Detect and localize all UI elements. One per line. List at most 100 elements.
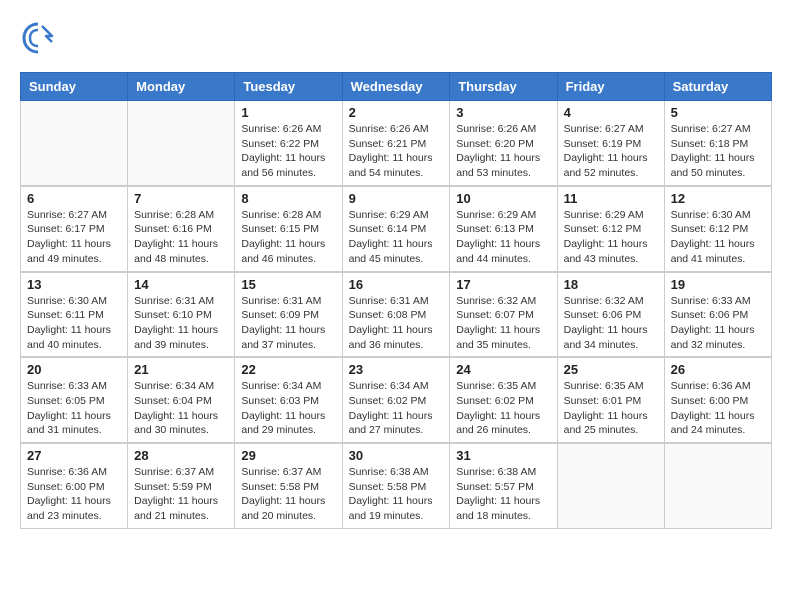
- calendar-cell: 21Sunrise: 6:34 AM Sunset: 6:04 PM Dayli…: [128, 357, 235, 443]
- calendar-cell: 15Sunrise: 6:31 AM Sunset: 6:09 PM Dayli…: [235, 272, 342, 358]
- day-info: Sunrise: 6:35 AM Sunset: 6:01 PM Dayligh…: [564, 379, 658, 438]
- day-number: 14: [134, 277, 228, 292]
- day-number: 26: [671, 362, 765, 377]
- day-header-saturday: Saturday: [664, 73, 771, 101]
- calendar-week-4: 20 Sunrise: 6:33 AM Sunset: 6:05 PM Dayli…: [21, 357, 772, 443]
- day-info: Sunrise: 6:26 AM Sunset: 6:20 PM Dayligh…: [456, 122, 550, 181]
- day-number: 22: [241, 362, 335, 377]
- day-number: 13: [27, 277, 121, 292]
- day-info: Sunrise: 6:29 AM Sunset: 6:13 PM Dayligh…: [456, 208, 550, 267]
- day-number: 10: [456, 191, 550, 206]
- day-number: 19: [671, 277, 765, 292]
- calendar-cell: 31 Sunrise: 6:38 AM Sunset: 5:57 PM Dayli…: [450, 443, 557, 528]
- calendar-cell: 5 Sunrise: 6:27 AM Sunset: 6:18 PM Daylig…: [664, 101, 771, 186]
- calendar-cell: 29 Sunrise: 6:37 AM Sunset: 5:58 PM Dayli…: [235, 443, 342, 528]
- calendar-week-2: 6 Sunrise: 6:27 AM Sunset: 6:17 PM Daylig…: [21, 186, 772, 272]
- page-header: [20, 20, 772, 56]
- day-info: Sunrise: 6:33 AM Sunset: 6:05 PM Dayligh…: [27, 379, 121, 438]
- calendar-cell: 17 Sunrise: 6:32 AM Sunset: 6:07 PM Dayli…: [450, 272, 557, 358]
- day-info: Sunrise: 6:27 AM Sunset: 6:17 PM Dayligh…: [27, 208, 121, 267]
- day-info: Sunrise: 6:38 AM Sunset: 5:58 PM Dayligh…: [349, 465, 444, 524]
- day-info: Sunrise: 6:27 AM Sunset: 6:18 PM Dayligh…: [671, 122, 765, 181]
- day-info: Sunrise: 6:31 AM Sunset: 6:10 PM Dayligh…: [134, 294, 228, 353]
- day-number: 4: [564, 105, 658, 120]
- calendar-cell: 7 Sunrise: 6:28 AM Sunset: 6:16 PM Daylig…: [128, 186, 235, 272]
- calendar-cell: 8 Sunrise: 6:28 AM Sunset: 6:15 PM Daylig…: [235, 186, 342, 272]
- logo-icon: [20, 20, 56, 56]
- calendar-cell: [128, 101, 235, 186]
- calendar-cell: 2 Sunrise: 6:26 AM Sunset: 6:21 PM Daylig…: [342, 101, 450, 186]
- day-info: Sunrise: 6:36 AM Sunset: 6:00 PM Dayligh…: [27, 465, 121, 524]
- day-number: 16: [349, 277, 444, 292]
- day-info: Sunrise: 6:34 AM Sunset: 6:02 PM Dayligh…: [349, 379, 444, 438]
- day-info: Sunrise: 6:28 AM Sunset: 6:16 PM Dayligh…: [134, 208, 228, 267]
- calendar-cell: [21, 101, 128, 186]
- calendar-cell: 19 Sunrise: 6:33 AM Sunset: 6:06 PM Dayli…: [664, 272, 771, 358]
- day-info: Sunrise: 6:34 AM Sunset: 6:04 PM Dayligh…: [134, 379, 228, 438]
- day-number: 30: [349, 448, 444, 463]
- calendar-week-5: 27 Sunrise: 6:36 AM Sunset: 6:00 PM Dayli…: [21, 443, 772, 528]
- calendar-cell: 12Sunrise: 6:30 AM Sunset: 6:12 PM Dayli…: [664, 186, 771, 272]
- day-header-monday: Monday: [128, 73, 235, 101]
- calendar-cell: [557, 443, 664, 528]
- calendar-cell: 11Sunrise: 6:29 AM Sunset: 6:12 PM Dayli…: [557, 186, 664, 272]
- day-info: Sunrise: 6:29 AM Sunset: 6:12 PM Dayligh…: [564, 208, 658, 267]
- calendar-week-3: 13 Sunrise: 6:30 AM Sunset: 6:11 PM Dayli…: [21, 272, 772, 358]
- calendar-cell: 18 Sunrise: 6:32 AM Sunset: 6:06 PM Dayli…: [557, 272, 664, 358]
- calendar-cell: 10 Sunrise: 6:29 AM Sunset: 6:13 PM Dayli…: [450, 186, 557, 272]
- calendar-cell: 13 Sunrise: 6:30 AM Sunset: 6:11 PM Dayli…: [21, 272, 128, 358]
- logo: [20, 20, 60, 56]
- calendar-cell: 14 Sunrise: 6:31 AM Sunset: 6:10 PM Dayli…: [128, 272, 235, 358]
- day-header-friday: Friday: [557, 73, 664, 101]
- day-number: 8: [241, 191, 335, 206]
- calendar-cell: 20 Sunrise: 6:33 AM Sunset: 6:05 PM Dayli…: [21, 357, 128, 443]
- calendar-cell: 6 Sunrise: 6:27 AM Sunset: 6:17 PM Daylig…: [21, 186, 128, 272]
- calendar-cell: 22 Sunrise: 6:34 AM Sunset: 6:03 PM Dayli…: [235, 357, 342, 443]
- day-number: 23: [349, 362, 444, 377]
- calendar-cell: 1 Sunrise: 6:26 AM Sunset: 6:22 PM Daylig…: [235, 101, 342, 186]
- day-number: 17: [456, 277, 550, 292]
- day-number: 28: [134, 448, 228, 463]
- calendar-week-1: 1 Sunrise: 6:26 AM Sunset: 6:22 PM Daylig…: [21, 101, 772, 186]
- day-info: Sunrise: 6:32 AM Sunset: 6:07 PM Dayligh…: [456, 294, 550, 353]
- day-info: Sunrise: 6:30 AM Sunset: 6:11 PM Dayligh…: [27, 294, 121, 353]
- calendar-cell: 16 Sunrise: 6:31 AM Sunset: 6:08 PM Dayli…: [342, 272, 450, 358]
- day-number: 20: [27, 362, 121, 377]
- calendar-cell: 3 Sunrise: 6:26 AM Sunset: 6:20 PM Daylig…: [450, 101, 557, 186]
- day-info: Sunrise: 6:37 AM Sunset: 5:58 PM Dayligh…: [241, 465, 335, 524]
- calendar-cell: 25 Sunrise: 6:35 AM Sunset: 6:01 PM Dayli…: [557, 357, 664, 443]
- day-number: 25: [564, 362, 658, 377]
- calendar-header-row: SundayMondayTuesdayWednesdayThursdayFrid…: [21, 73, 772, 101]
- day-number: 3: [456, 105, 550, 120]
- day-number: 18: [564, 277, 658, 292]
- day-info: Sunrise: 6:36 AM Sunset: 6:00 PM Dayligh…: [671, 379, 765, 438]
- day-info: Sunrise: 6:33 AM Sunset: 6:06 PM Dayligh…: [671, 294, 765, 353]
- day-info: Sunrise: 6:26 AM Sunset: 6:22 PM Dayligh…: [241, 122, 335, 181]
- day-info: Sunrise: 6:31 AM Sunset: 6:08 PM Dayligh…: [349, 294, 444, 353]
- day-info: Sunrise: 6:38 AM Sunset: 5:57 PM Dayligh…: [456, 465, 550, 524]
- day-info: Sunrise: 6:32 AM Sunset: 6:06 PM Dayligh…: [564, 294, 658, 353]
- calendar-cell: 9 Sunrise: 6:29 AM Sunset: 6:14 PM Daylig…: [342, 186, 450, 272]
- calendar-cell: 27 Sunrise: 6:36 AM Sunset: 6:00 PM Dayli…: [21, 443, 128, 528]
- day-info: Sunrise: 6:30 AM Sunset: 6:12 PM Dayligh…: [671, 208, 765, 267]
- day-number: 7: [134, 191, 228, 206]
- day-header-wednesday: Wednesday: [342, 73, 450, 101]
- day-number: 1: [241, 105, 335, 120]
- day-number: 29: [241, 448, 335, 463]
- calendar-cell: 24Sunrise: 6:35 AM Sunset: 6:02 PM Dayli…: [450, 357, 557, 443]
- day-info: Sunrise: 6:26 AM Sunset: 6:21 PM Dayligh…: [349, 122, 444, 181]
- day-header-sunday: Sunday: [21, 73, 128, 101]
- day-info: Sunrise: 6:37 AM Sunset: 5:59 PM Dayligh…: [134, 465, 228, 524]
- day-info: Sunrise: 6:31 AM Sunset: 6:09 PM Dayligh…: [241, 294, 335, 353]
- day-number: 2: [349, 105, 444, 120]
- day-number: 27: [27, 448, 121, 463]
- day-info: Sunrise: 6:28 AM Sunset: 6:15 PM Dayligh…: [241, 208, 335, 267]
- day-info: Sunrise: 6:34 AM Sunset: 6:03 PM Dayligh…: [241, 379, 335, 438]
- calendar-cell: 26 Sunrise: 6:36 AM Sunset: 6:00 PM Dayli…: [664, 357, 771, 443]
- day-number: 9: [349, 191, 444, 206]
- day-number: 6: [27, 191, 121, 206]
- day-number: 5: [671, 105, 765, 120]
- day-number: 31: [456, 448, 550, 463]
- day-info: Sunrise: 6:29 AM Sunset: 6:14 PM Dayligh…: [349, 208, 444, 267]
- day-number: 24: [456, 362, 550, 377]
